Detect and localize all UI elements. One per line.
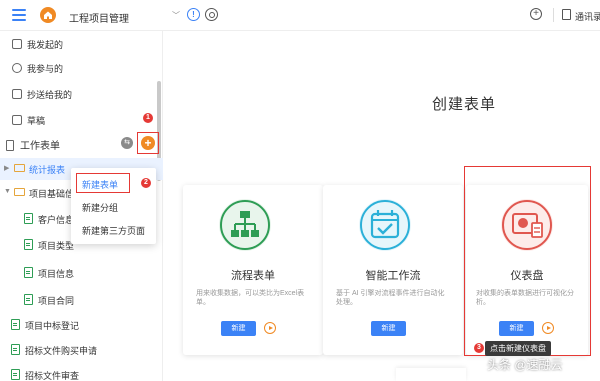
new-process-form-button[interactable]: 新建 <box>221 321 256 336</box>
contacts-icon[interactable] <box>562 9 571 20</box>
tree-item-bid-registration[interactable]: 项目中标登记 <box>0 314 163 336</box>
form-doc-icon <box>11 319 20 330</box>
chevron-down-icon[interactable]: ﹀ <box>172 10 180 21</box>
info-icon[interactable]: ! <box>187 8 200 21</box>
tree-item-project-contract[interactable]: 项目合同 <box>0 289 163 311</box>
step-badge: 2 <box>141 178 151 188</box>
tree-item-project-info[interactable]: 项目信息 <box>0 262 163 284</box>
form-doc-icon <box>11 344 20 355</box>
sidebar-item-cc[interactable]: 抄送给我的 <box>12 88 72 101</box>
calendar-check-icon <box>359 199 411 251</box>
card-title: 流程表单 <box>231 270 275 282</box>
play-icon[interactable] <box>264 322 276 334</box>
card-description: 用来收集数据，可以类比为Excel表单。 <box>196 290 305 306</box>
dashboard-highlight-box <box>464 166 591 356</box>
user-icon <box>12 63 22 73</box>
step-badge: 3 <box>474 343 484 353</box>
tooltip: 点击新建仪表盘 <box>485 341 551 356</box>
form-doc-icon <box>24 213 33 224</box>
page-title: 创建表单 <box>432 96 497 113</box>
folder-icon <box>14 164 25 172</box>
doc-edit-icon <box>12 39 22 49</box>
watermark: 头条 @速融云 <box>487 358 563 372</box>
chevron-down-icon[interactable]: ▼ <box>4 188 11 195</box>
add-form-button[interactable]: + <box>141 136 155 150</box>
divider <box>553 8 554 22</box>
flowchart-icon <box>219 199 271 251</box>
tree-item-bid-doc-purchase[interactable]: 招标文件购买申请 <box>0 339 163 361</box>
menu-item-new-form[interactable]: 新建表单 <box>82 178 118 191</box>
send-icon <box>12 89 22 99</box>
tree-item-bid-doc-review[interactable]: 招标文件审查 <box>0 364 163 381</box>
form-doc-icon <box>11 369 20 380</box>
card-process-form[interactable]: 流程表单 用来收集数据，可以类比为Excel表单。 新建 <box>183 185 323 355</box>
home-icon[interactable] <box>40 7 56 23</box>
chevron-right-icon[interactable]: ▶ <box>4 164 9 172</box>
new-smart-workflow-button[interactable]: 新建 <box>371 321 406 336</box>
app-title: 工程项目管理 <box>69 14 129 25</box>
add-highlight-box: + <box>137 132 159 154</box>
contacts-link[interactable]: 通讯录 <box>575 10 600 23</box>
sidebar-item-initiated[interactable]: 我发起的 <box>12 38 63 51</box>
menu-icon[interactable] <box>12 9 26 21</box>
draft-icon <box>12 115 22 125</box>
form-doc-icon <box>24 239 33 250</box>
top-bar: 工程项目管理 ﹀ ! + 通讯录 <box>0 0 600 31</box>
card-smart-workflow[interactable]: 智能工作流 基于 AI 引擎对流程事件进行自动化处理。 新建 <box>323 185 463 355</box>
swap-icon[interactable]: ⇆ <box>121 137 133 149</box>
form-doc-icon <box>24 267 33 278</box>
form-book-icon <box>6 140 14 151</box>
sidebar-item-drafts[interactable]: 草稿 <box>12 114 45 127</box>
workspace-header[interactable]: 工作表单 <box>6 137 60 152</box>
card-description: 基于 AI 引擎对流程事件进行自动化处理。 <box>336 290 445 306</box>
gear-icon[interactable] <box>205 8 218 21</box>
form-doc-icon <box>24 294 33 305</box>
folder-icon <box>14 188 25 196</box>
menu-item-new-third-party-page[interactable]: 新建第三方页面 <box>82 224 145 237</box>
bottom-panel <box>396 368 466 381</box>
menu-item-new-group[interactable]: 新建分组 <box>82 201 118 214</box>
card-title: 智能工作流 <box>365 270 421 282</box>
drafts-count-badge: 1 <box>143 113 153 123</box>
add-circle-icon[interactable]: + <box>530 8 542 20</box>
sidebar-item-participated[interactable]: 我参与的 <box>12 62 63 75</box>
